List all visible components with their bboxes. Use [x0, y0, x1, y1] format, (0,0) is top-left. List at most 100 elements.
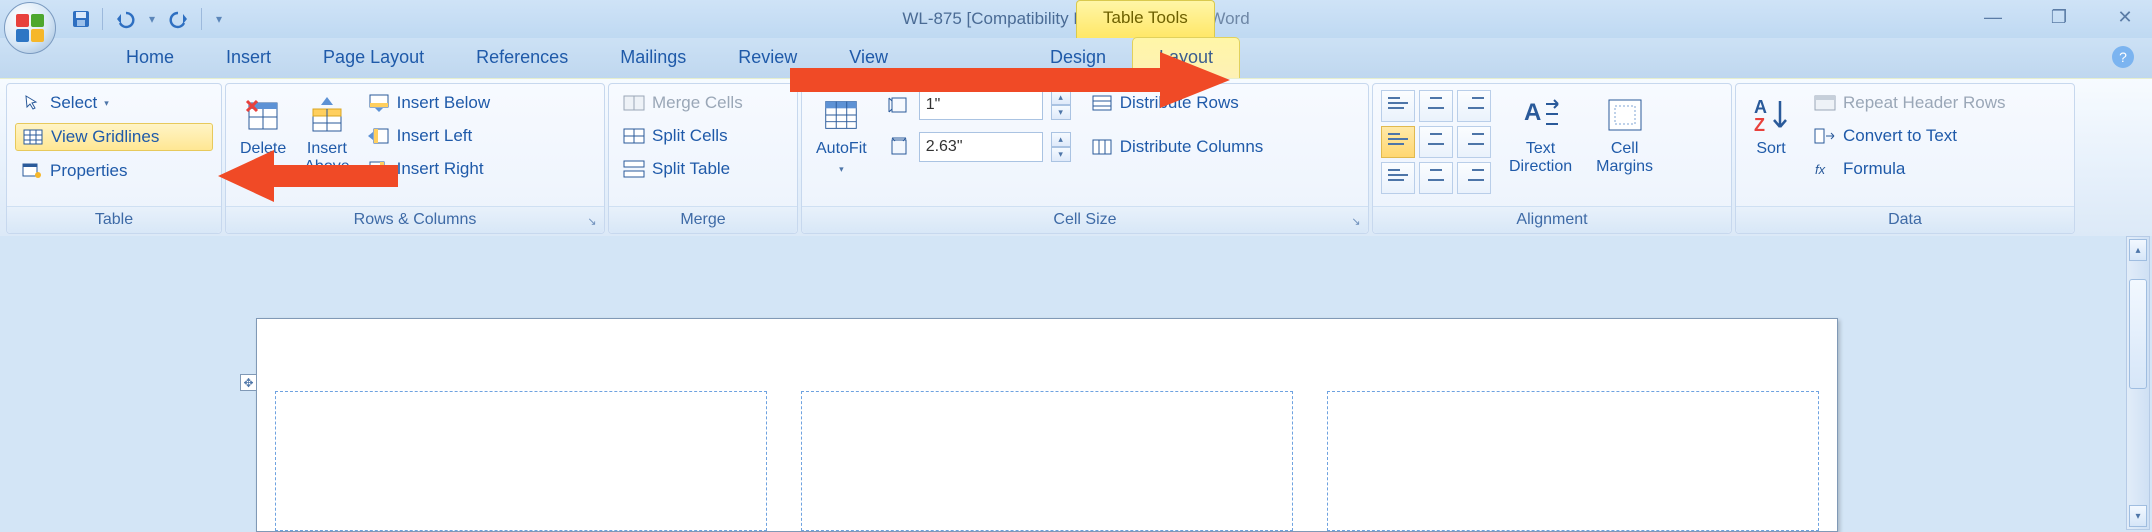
insert-right-label: Insert Right	[397, 159, 484, 179]
svg-text:A: A	[1754, 97, 1767, 117]
convert-text-label: Convert to Text	[1843, 126, 1957, 146]
width-down[interactable]: ▾	[1051, 147, 1071, 162]
undo-icon[interactable]	[113, 8, 135, 30]
align-top-left[interactable]	[1381, 90, 1415, 122]
align-top-right[interactable]	[1457, 90, 1491, 122]
cursor-icon	[21, 93, 43, 113]
formula-label: Formula	[1843, 159, 1905, 179]
table-cell[interactable]	[801, 391, 1293, 531]
group-label-table: Table	[7, 206, 221, 233]
align-middle-left[interactable]	[1381, 126, 1415, 158]
context-tab-table-tools: Table Tools	[1076, 0, 1215, 38]
align-middle-right[interactable]	[1457, 126, 1491, 158]
group-label-data: Data	[1736, 206, 2074, 233]
separator	[102, 8, 103, 30]
convert-to-text-button[interactable]: Convert to Text	[1808, 123, 2012, 149]
table[interactable]	[275, 391, 1819, 531]
formula-button[interactable]: fx Formula	[1808, 156, 2012, 182]
sort-icon: AZ	[1750, 94, 1792, 136]
distribute-columns-icon	[1091, 137, 1113, 157]
table-row	[275, 391, 1819, 531]
tab-insert[interactable]: Insert	[200, 38, 297, 78]
vertical-scrollbar[interactable]: ▴ ▾	[2126, 236, 2150, 530]
office-button[interactable]	[4, 2, 56, 54]
split-cells-icon	[623, 126, 645, 146]
cell-margins-button[interactable]: Cell Margins	[1590, 90, 1659, 180]
repeat-header-rows-button[interactable]: Repeat Header Rows	[1808, 90, 2012, 116]
merge-cells-icon	[623, 93, 645, 113]
col-width-input[interactable]	[919, 132, 1043, 162]
dialog-launcher-cellsize[interactable]: ↘	[1349, 214, 1363, 228]
align-top-center[interactable]	[1419, 90, 1453, 122]
insert-left-icon	[368, 126, 390, 146]
merge-cells-button[interactable]: Merge Cells	[617, 90, 789, 116]
insert-below-button[interactable]: Insert Below	[362, 90, 497, 116]
tab-references[interactable]: References	[450, 38, 594, 78]
annotation-arrow-left	[218, 148, 398, 204]
split-table-icon	[623, 159, 645, 179]
close-button[interactable]: ✕	[2114, 6, 2136, 28]
help-button[interactable]: ?	[2112, 46, 2134, 68]
group-label-merge: Merge	[609, 206, 797, 233]
svg-text:Z: Z	[1754, 115, 1765, 135]
cell-margins-icon	[1604, 94, 1646, 136]
split-cells-label: Split Cells	[652, 126, 728, 146]
align-middle-center[interactable]	[1419, 126, 1453, 158]
quick-access-toolbar: ▾ ▾	[70, 0, 226, 38]
save-icon[interactable]	[70, 8, 92, 30]
alignment-grid	[1381, 90, 1491, 194]
scroll-up-button[interactable]: ▴	[2129, 239, 2147, 261]
office-logo-icon	[16, 14, 44, 42]
insert-above-icon	[306, 94, 348, 136]
restore-button[interactable]: ❐	[2048, 6, 2070, 28]
table-cell[interactable]	[1327, 391, 1819, 531]
split-cells-button[interactable]: Split Cells	[617, 123, 789, 149]
table-gap	[767, 391, 801, 531]
redo-icon[interactable]	[169, 8, 191, 30]
view-gridlines-label: View Gridlines	[51, 127, 159, 147]
distribute-columns-button[interactable]: Distribute Columns	[1085, 134, 1270, 160]
split-table-label: Split Table	[652, 159, 730, 179]
insert-left-button[interactable]: Insert Left	[362, 123, 497, 149]
col-width-icon	[887, 136, 911, 158]
delete-table-icon	[242, 94, 284, 136]
view-gridlines-button[interactable]: View Gridlines	[15, 123, 213, 151]
table-cell[interactable]	[275, 391, 767, 531]
minimize-button[interactable]: —	[1982, 6, 2004, 28]
window-controls: — ❐ ✕	[1982, 6, 2136, 28]
align-bottom-right[interactable]	[1457, 162, 1491, 194]
table-move-handle[interactable]	[240, 374, 257, 391]
insert-below-label: Insert Below	[397, 93, 491, 113]
convert-text-icon	[1814, 126, 1836, 146]
page[interactable]	[256, 318, 1838, 532]
sort-button[interactable]: AZ Sort	[1744, 90, 1798, 180]
scroll-down-button[interactable]: ▾	[2129, 505, 2147, 527]
tab-home[interactable]: Home	[100, 38, 200, 78]
cell-margins-label: Cell Margins	[1596, 140, 1653, 176]
group-label-alignment: Alignment	[1373, 206, 1731, 233]
scroll-thumb[interactable]	[2129, 279, 2147, 389]
width-up[interactable]: ▴	[1051, 132, 1071, 147]
text-direction-button[interactable]: A Text Direction	[1503, 90, 1578, 180]
align-bottom-center[interactable]	[1419, 162, 1453, 194]
svg-text:A: A	[1524, 99, 1541, 126]
split-table-button[interactable]: Split Table	[617, 156, 789, 182]
select-label: Select	[50, 93, 97, 113]
text-direction-icon: A	[1520, 94, 1562, 136]
dialog-launcher-rows[interactable]: ↘	[585, 214, 599, 228]
properties-button[interactable]: Properties	[15, 158, 213, 184]
select-button[interactable]: Select ▾	[15, 90, 213, 116]
gridlines-icon	[22, 127, 44, 147]
tab-page-layout[interactable]: Page Layout	[297, 38, 450, 78]
tab-mailings[interactable]: Mailings	[594, 38, 712, 78]
group-table: Select ▾ View Gridlines Properties Table	[6, 83, 222, 234]
group-merge: Merge Cells Split Cells Split Table Merg…	[608, 83, 798, 234]
merge-cells-label: Merge Cells	[652, 93, 743, 113]
group-label-rows: Rows & Columns	[226, 206, 604, 233]
align-bottom-left[interactable]	[1381, 162, 1415, 194]
document-area	[0, 236, 2152, 532]
undo-dropdown-icon[interactable]: ▾	[145, 12, 159, 26]
group-alignment: A Text Direction Cell Margins Alignment	[1372, 83, 1732, 234]
properties-icon	[21, 161, 43, 181]
qat-customize-icon[interactable]: ▾	[212, 12, 226, 26]
